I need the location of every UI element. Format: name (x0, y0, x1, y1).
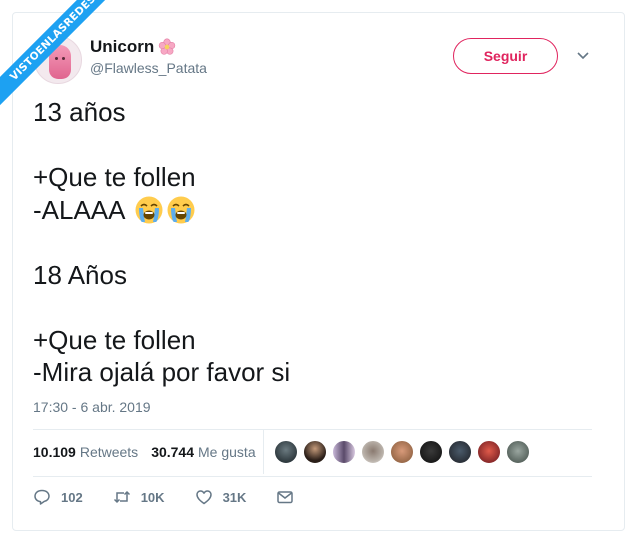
tweet-line: +Que te follen (33, 324, 196, 355)
liker-avatar[interactable] (419, 440, 443, 464)
liker-avatar[interactable] (274, 440, 298, 464)
cherry-blossom-icon (159, 38, 176, 55)
tweet-line-with-emoji: -ALAAA (33, 194, 290, 227)
retweets-count[interactable]: 10.109 (33, 444, 76, 460)
watermark-text: VISTOENLASREDES (0, 0, 120, 113)
tweet-line (33, 291, 290, 324)
retweets-label[interactable]: Retweets (80, 444, 138, 460)
likes-count[interactable]: 30.744 (151, 444, 194, 460)
heart-icon (195, 490, 212, 505)
liker-avatar[interactable] (506, 440, 530, 464)
liker-avatar[interactable] (361, 440, 385, 464)
engagement-stats: 10.109 Retweets 30.744 Me gusta (33, 444, 269, 460)
liker-avatar[interactable] (390, 440, 414, 464)
tweet-line: -ALAAA (33, 194, 126, 225)
liker-avatar[interactable] (448, 440, 472, 464)
tweet-line (33, 129, 290, 162)
reply-button[interactable]: 102 (33, 488, 83, 506)
watermark-ribbon: VISTOENLASREDES (0, 0, 120, 120)
tweet-line: 18 Años (33, 259, 127, 290)
chevron-down-icon[interactable] (576, 50, 590, 62)
like-count: 31K (222, 489, 247, 505)
tweet-line: -Mira ojalá por favor si (33, 357, 291, 387)
retweet-button[interactable]: 10K (113, 488, 165, 506)
liker-avatar[interactable] (332, 440, 356, 464)
loudly-crying-face-icon (135, 196, 162, 224)
follow-button[interactable]: Seguir (453, 38, 558, 74)
tweet-actions: 102 10K 31K (33, 488, 334, 506)
divider (33, 476, 592, 477)
divider (33, 429, 592, 430)
liker-avatar[interactable] (303, 440, 327, 464)
retweet-count: 10K (140, 489, 165, 505)
tweet-line (33, 226, 290, 259)
envelope-icon (277, 491, 294, 504)
direct-message-button[interactable] (276, 488, 304, 506)
tweet-line: +Que te follen (33, 162, 196, 192)
liker-avatars (274, 440, 535, 464)
stats-divider (263, 430, 264, 474)
likes-label[interactable]: Me gusta (198, 444, 256, 460)
reply-icon (34, 489, 50, 505)
tweet-text: 13 años +Que te follen -ALAAA 18 Años +Q… (33, 96, 290, 389)
like-button[interactable]: 31K (195, 488, 247, 506)
retweet-icon (113, 490, 130, 504)
reply-count: 102 (61, 489, 83, 505)
loudly-crying-face-icon (167, 196, 194, 224)
liker-avatar[interactable] (477, 440, 501, 464)
tweet-timestamp[interactable]: 17:30 - 6 abr. 2019 (33, 399, 151, 415)
